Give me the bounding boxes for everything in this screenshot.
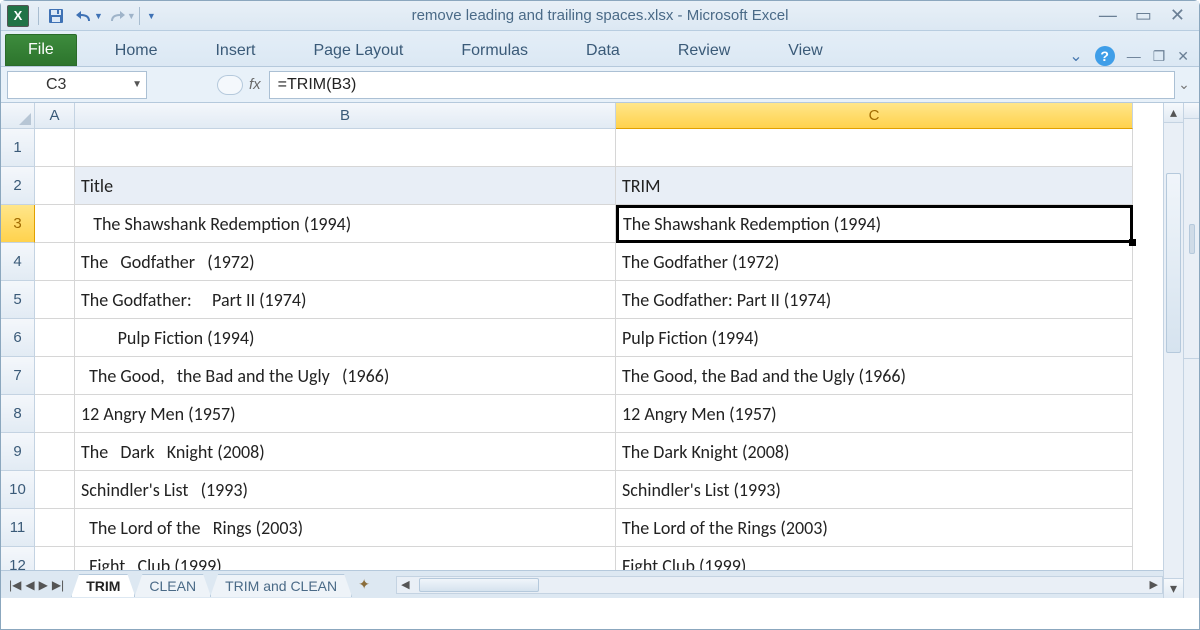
sheet-tab-bar: |◀ ◀ ▶ ▶| TRIM CLEAN TRIM and CLEAN ✦ ◀ … xyxy=(1,570,1163,598)
tab-review[interactable]: Review xyxy=(658,36,750,66)
cell-b6[interactable]: Pulp Fiction (1994) xyxy=(75,319,616,357)
sheet-nav-first-icon[interactable]: |◀ xyxy=(9,578,21,592)
vertical-scrollbar[interactable]: ▴ ▾ xyxy=(1163,103,1183,598)
cell-c3[interactable]: The Shawshank Redemption (1994) xyxy=(616,205,1133,243)
name-box[interactable]: C3 ▼ xyxy=(7,71,147,99)
formula-bar: C3 ▼ fx ⌄ xyxy=(1,67,1199,103)
cell-a3[interactable] xyxy=(35,205,75,243)
cell-c1[interactable] xyxy=(616,129,1133,167)
cell-a1[interactable] xyxy=(35,129,75,167)
vscroll-up-icon[interactable]: ▴ xyxy=(1164,103,1183,123)
col-header-a[interactable]: A xyxy=(35,103,75,129)
cell-b10[interactable]: Schindler's List (1993) xyxy=(75,471,616,509)
cell-c5[interactable]: The Godfather: Part II (1974) xyxy=(616,281,1133,319)
help-icon[interactable]: ? xyxy=(1095,46,1115,66)
cell-c4[interactable]: The Godfather (1972) xyxy=(616,243,1133,281)
cell-b1[interactable] xyxy=(75,129,616,167)
cell-b7[interactable]: The Good, the Bad and the Ugly (1966) xyxy=(75,357,616,395)
fx-label[interactable]: fx xyxy=(249,76,261,93)
horizontal-scrollbar[interactable]: ◀ ▶ xyxy=(396,576,1163,594)
hscroll-thumb[interactable] xyxy=(419,578,539,592)
cell-c2[interactable]: TRIM xyxy=(616,167,1133,205)
formula-expand-icon[interactable]: ⌄ xyxy=(1175,76,1193,93)
qat-customize-icon[interactable]: ▼ xyxy=(143,11,160,21)
split-track[interactable] xyxy=(1184,119,1199,359)
doc-minimize-button[interactable]: ― xyxy=(1127,48,1141,64)
sheet-nav-prev-icon[interactable]: ◀ xyxy=(25,578,34,592)
maximize-button[interactable]: ▭ xyxy=(1135,5,1152,26)
split-handle-top[interactable] xyxy=(1184,103,1199,119)
cell-a11[interactable] xyxy=(35,509,75,547)
cell-c11[interactable]: The Lord of the Rings (2003) xyxy=(616,509,1133,547)
tab-home[interactable]: Home xyxy=(95,36,178,66)
vscroll-thumb[interactable] xyxy=(1166,173,1181,353)
row-header-10[interactable]: 10 xyxy=(1,471,35,509)
close-button[interactable]: ✕ xyxy=(1170,5,1185,26)
row-header-1[interactable]: 1 xyxy=(1,129,35,167)
row-header-3[interactable]: 3 xyxy=(1,205,35,243)
cancel-formula-icon[interactable] xyxy=(217,75,243,95)
sheet-tab-trim[interactable]: TRIM xyxy=(71,574,135,597)
tab-page-layout[interactable]: Page Layout xyxy=(293,36,423,66)
tab-formulas[interactable]: Formulas xyxy=(441,36,548,66)
cell-b2[interactable]: Title xyxy=(75,167,616,205)
sheet-tab-trim-and-clean[interactable]: TRIM and CLEAN xyxy=(210,574,352,597)
save-button[interactable] xyxy=(42,4,70,28)
cell-a10[interactable] xyxy=(35,471,75,509)
split-strip xyxy=(1183,103,1199,598)
cell-a9[interactable] xyxy=(35,433,75,471)
cell-a2[interactable] xyxy=(35,167,75,205)
cell-b4[interactable]: The Godfather (1972) xyxy=(75,243,616,281)
row-header-5[interactable]: 5 xyxy=(1,281,35,319)
row-header-6[interactable]: 6 xyxy=(1,319,35,357)
sheet-tab-clean[interactable]: CLEAN xyxy=(134,574,211,597)
cell-b8[interactable]: 12 Angry Men (1957) xyxy=(75,395,616,433)
excel-app-icon[interactable]: X xyxy=(7,5,29,27)
window-title: remove leading and trailing spaces.xlsx … xyxy=(1,7,1199,24)
cell-a8[interactable] xyxy=(35,395,75,433)
cell-b5[interactable]: The Godfather: Part II (1974) xyxy=(75,281,616,319)
cell-a4[interactable] xyxy=(35,243,75,281)
title-bar: X ▼ ▼ ▼ remove leading and trailing spac… xyxy=(1,1,1199,31)
row-header-11[interactable]: 11 xyxy=(1,509,35,547)
cell-c6[interactable]: Pulp Fiction (1994) xyxy=(616,319,1133,357)
cell-b9[interactable]: The Dark Knight (2008) xyxy=(75,433,616,471)
row-header-8[interactable]: 8 xyxy=(1,395,35,433)
minimize-button[interactable]: ― xyxy=(1099,5,1117,26)
cell-b3[interactable]: The Shawshank Redemption (1994) xyxy=(75,205,616,243)
cell-c7[interactable]: The Good, the Bad and the Ugly (1966) xyxy=(616,357,1133,395)
doc-restore-button[interactable]: ❐ xyxy=(1153,48,1166,65)
tab-data[interactable]: Data xyxy=(566,36,640,66)
cell-c10[interactable]: Schindler's List (1993) xyxy=(616,471,1133,509)
row-header-4[interactable]: 4 xyxy=(1,243,35,281)
sheet-nav-next-icon[interactable]: ▶ xyxy=(39,578,48,592)
new-sheet-icon[interactable]: ✦ xyxy=(352,576,376,593)
row-header-9[interactable]: 9 xyxy=(1,433,35,471)
col-header-c[interactable]: C xyxy=(616,103,1133,129)
col-header-b[interactable]: B xyxy=(75,103,616,129)
row-header-7[interactable]: 7 xyxy=(1,357,35,395)
row-header-2[interactable]: 2 xyxy=(1,167,35,205)
cell-a7[interactable] xyxy=(35,357,75,395)
cell-c8[interactable]: 12 Angry Men (1957) xyxy=(616,395,1133,433)
cell-b11[interactable]: The Lord of the Rings (2003) xyxy=(75,509,616,547)
cell-c9[interactable]: The Dark Knight (2008) xyxy=(616,433,1133,471)
sheet-nav-last-icon[interactable]: ▶| xyxy=(52,578,64,592)
cell-a6[interactable] xyxy=(35,319,75,357)
cell-a5[interactable] xyxy=(35,281,75,319)
fill-handle[interactable] xyxy=(1129,239,1136,246)
tab-view[interactable]: View xyxy=(768,36,842,66)
doc-close-button[interactable]: ✕ xyxy=(1177,48,1189,65)
select-all-corner[interactable] xyxy=(1,103,35,129)
file-tab[interactable]: File xyxy=(5,34,77,66)
name-box-dropdown-icon[interactable]: ▼ xyxy=(132,79,142,90)
tab-insert[interactable]: Insert xyxy=(195,36,275,66)
ribbon: File Home Insert Page Layout Formulas Da… xyxy=(1,31,1199,67)
formula-input[interactable] xyxy=(269,71,1175,99)
spreadsheet-grid: A B C 1 2 3 4 5 6 7 8 9 10 11 12 xyxy=(1,103,1199,598)
ribbon-expand-icon[interactable]: ⌄ xyxy=(1069,46,1082,66)
name-box-value: C3 xyxy=(46,76,66,94)
vscroll-down-icon[interactable]: ▾ xyxy=(1164,578,1183,598)
row-headers: 1 2 3 4 5 6 7 8 9 10 11 12 xyxy=(1,129,35,570)
